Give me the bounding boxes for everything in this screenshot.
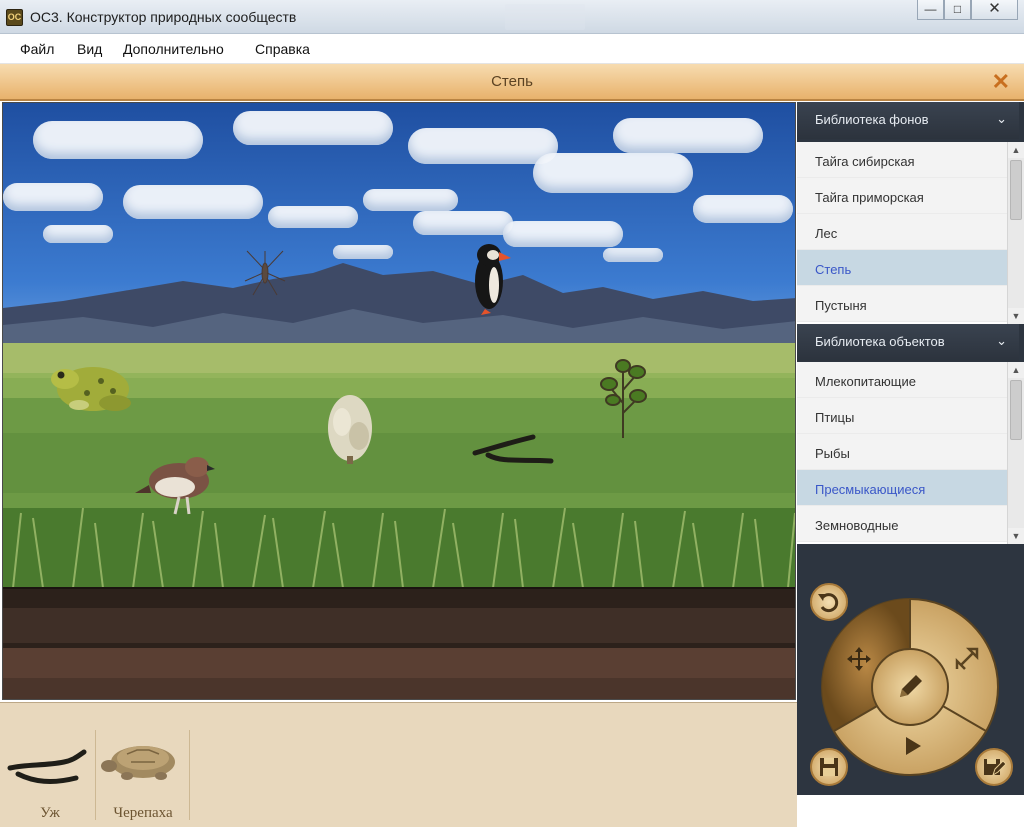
scroll-up-icon[interactable]: ▲	[1008, 142, 1024, 158]
chevron-down-icon[interactable]: ⌄	[996, 333, 1007, 349]
scene-title: Степь	[491, 73, 533, 90]
tortoise-icon	[101, 746, 175, 780]
landscape	[3, 244, 795, 699]
background-ribbon-ghost	[595, 4, 675, 30]
menu-bar: Файл Вид Дополнительно Справка	[0, 34, 1024, 64]
background-list-scrollbar[interactable]: ▲ ▼	[1007, 142, 1024, 324]
window-title: ОС3. Конструктор природных сообществ	[30, 9, 297, 25]
background-library-list: Тайга сибирская Тайга приморская Лес Сте…	[797, 142, 1019, 324]
pencil-icon[interactable]	[894, 669, 928, 703]
menu-advanced[interactable]: Дополнительно	[123, 41, 224, 57]
save-edit-icon	[984, 759, 1007, 777]
resize-icon[interactable]	[953, 645, 981, 673]
play-icon[interactable]	[903, 735, 923, 757]
window-controls: — □ ✕	[917, 0, 1018, 22]
minimize-icon[interactable]: —	[917, 0, 944, 20]
move-icon[interactable]	[845, 645, 873, 673]
scroll-thumb[interactable]	[1010, 160, 1022, 220]
save-as-button[interactable]	[975, 748, 1013, 786]
tray-item-snake[interactable]: Уж	[4, 728, 96, 824]
background-item[interactable]: Тайга сибирская	[797, 142, 1019, 178]
tray-item-label: Уж	[40, 805, 60, 821]
object-category[interactable]: Земноводные	[797, 506, 1019, 542]
scroll-down-icon[interactable]: ▼	[1008, 308, 1024, 324]
background-library-header[interactable]: Библиотека фонов ⌄	[797, 102, 1019, 139]
tray-item-tortoise[interactable]: Черепаха	[97, 728, 189, 824]
object-list-scrollbar[interactable]: ▲ ▼	[1007, 362, 1024, 544]
background-library-title: Библиотека фонов	[815, 112, 929, 127]
background-item[interactable]: Пустыня	[797, 286, 1019, 322]
menu-view[interactable]: Вид	[77, 41, 102, 57]
tray-divider	[189, 730, 190, 820]
app-window: ОС ОС3. Конструктор природных сообществ …	[0, 0, 1024, 827]
menu-help[interactable]: Справка	[255, 41, 310, 57]
scroll-up-icon[interactable]: ▲	[1008, 362, 1024, 378]
scene-header: Степь ✕	[0, 64, 1024, 101]
scene-close-icon[interactable]: ✕	[992, 69, 1010, 95]
object-category-selected[interactable]: Пресмыкающиеся	[797, 470, 1019, 506]
title-bar: ОС ОС3. Конструктор природных сообществ …	[0, 0, 1024, 34]
scene-canvas[interactable]	[2, 102, 796, 700]
menu-file[interactable]: Файл	[20, 41, 54, 57]
object-library-header[interactable]: Библиотека объектов ⌄	[797, 324, 1019, 361]
object-library-title: Библиотека объектов	[815, 334, 945, 349]
snake-icon	[7, 749, 87, 784]
close-icon[interactable]: ✕	[971, 0, 1018, 20]
undo-icon	[818, 593, 839, 613]
control-wheel-area	[797, 573, 1019, 795]
undo-button[interactable]	[810, 583, 848, 621]
app-icon: ОС	[6, 9, 23, 26]
background-ribbon-ghost	[772, 4, 852, 30]
save-button[interactable]	[810, 748, 848, 786]
object-category[interactable]: Млекопитающие	[797, 362, 1019, 398]
background-item[interactable]: Тайга приморская	[797, 178, 1019, 214]
object-library-list: Млекопитающие Птицы Рыбы Пресмыкающиеся …	[797, 362, 1019, 544]
background-ribbon-ghost	[685, 4, 765, 30]
save-icon	[820, 758, 838, 776]
chevron-down-icon[interactable]: ⌄	[996, 111, 1007, 127]
object-category[interactable]: Рыбы	[797, 434, 1019, 470]
tray-item-label: Черепаха	[113, 805, 173, 821]
background-item-selected[interactable]: Степь	[797, 250, 1019, 286]
maximize-icon[interactable]: □	[944, 0, 971, 20]
background-item[interactable]: Лес	[797, 214, 1019, 250]
scroll-thumb[interactable]	[1010, 380, 1022, 440]
background-ribbon-ghost	[505, 4, 585, 30]
scroll-down-icon[interactable]: ▼	[1008, 528, 1024, 544]
tray-divider	[95, 730, 96, 820]
object-category[interactable]: Птицы	[797, 398, 1019, 434]
